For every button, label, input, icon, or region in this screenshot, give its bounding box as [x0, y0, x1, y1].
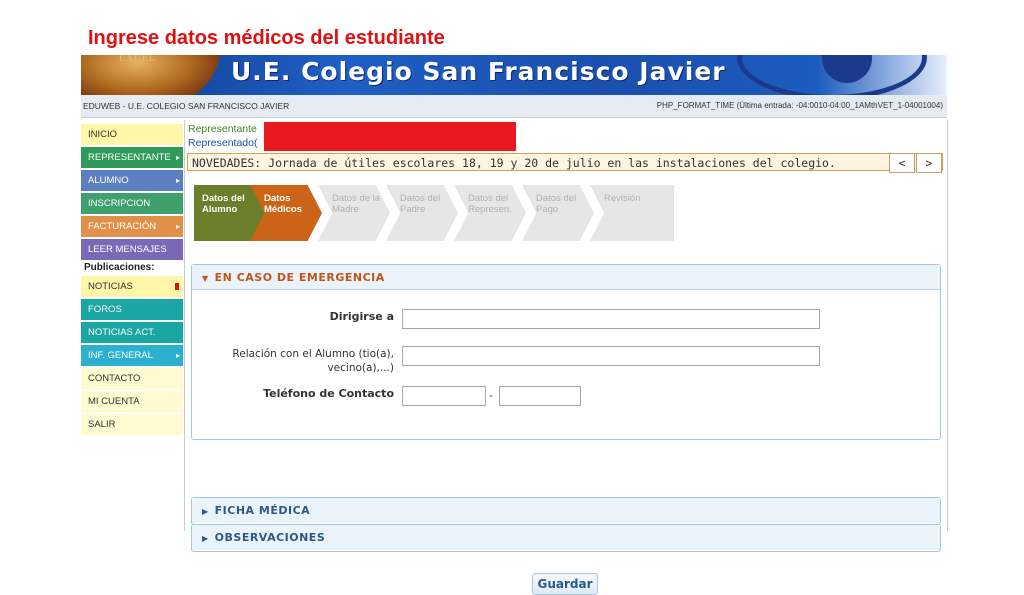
redacted-block [264, 122, 516, 151]
representado-label: Representado( [188, 137, 258, 149]
news-next-button[interactable]: > [916, 153, 942, 173]
ficha-medica-panel[interactable]: ▶ FICHA MÉDICA [191, 497, 941, 525]
observaciones-header[interactable]: ▶ OBSERVACIONES [192, 525, 940, 550]
sidebar-item-inf-general[interactable]: INF. GENERAL ▸ [81, 345, 183, 366]
dirigirse-input[interactable] [402, 309, 820, 329]
app-name: EDUWEB - U.E. COLEGIO SAN FRANCISCO JAVI… [83, 101, 290, 111]
sidebar-item-leer-mensajes[interactable]: LEER MENSAJES [81, 239, 183, 260]
telefono-number-input[interactable] [499, 386, 581, 406]
slide-title: Ingrese datos médicos del estudiante [88, 27, 445, 49]
news-ticker: NOVEDADES: Jornada de útiles escolares 1… [187, 153, 943, 173]
caret-right-icon: ▶ [202, 507, 209, 516]
wizard-steps: Datos del Alumno Datos Médicos Datos de la… [194, 185, 674, 241]
sidebar-item-inscripcion[interactable]: INSCRIPCION [81, 193, 183, 214]
phone-dash: - [489, 390, 493, 402]
step-datos-madre[interactable]: Datos de la Madre [318, 185, 390, 241]
sidebar-item-representante[interactable]: REPRESENTANTE ▸ [81, 147, 183, 168]
guardar-button[interactable]: Guardar [532, 573, 598, 595]
ficha-medica-header[interactable]: ▶ FICHA MÉDICA [192, 498, 940, 523]
sidebar-item-contacto[interactable]: CONTACTO [81, 368, 183, 389]
observaciones-panel[interactable]: ▶ OBSERVACIONES [191, 524, 941, 552]
telefono-label: Teléfono de Contacto [263, 387, 394, 400]
submenu-arrow-icon: ▸ [175, 153, 180, 162]
relacion-input[interactable] [402, 346, 820, 366]
last-login: PHP_FORMAT_TIME (Última entrada: -04:001… [656, 101, 943, 110]
school-banner: EXCEL U.E. Colegio San Francisco Javier [81, 55, 947, 95]
step-datos-representante[interactable]: Datos del Represen. [454, 185, 526, 241]
sidebar-item-alumno[interactable]: ALUMNO ▸ [81, 170, 183, 191]
app-window: EXCEL U.E. Colegio San Francisco Javier … [81, 55, 948, 595]
sidebar-item-mi-cuenta[interactable]: MI CUENTA [81, 391, 183, 412]
sidebar-item-noticias-act[interactable]: NOTICIAS ACT. [81, 322, 183, 343]
emergency-form: Dirigirse a Relación con el Alumno (tio(… [192, 265, 940, 413]
step-datos-pago[interactable]: Datos del Pago [522, 185, 594, 241]
telefono-area-input[interactable] [402, 386, 486, 406]
caret-right-icon: ▶ [202, 534, 209, 543]
step-revision[interactable]: Revisión [590, 185, 674, 241]
top-info-bar: EDUWEB - U.E. COLEGIO SAN FRANCISCO JAVI… [81, 95, 947, 118]
relacion-label: Relación con el Alumno (tio(a), vecino(a)… [232, 348, 394, 374]
submenu-arrow-icon: ▸ [175, 176, 180, 185]
sidebar-item-inicio[interactable]: INICIO [81, 124, 183, 145]
news-prev-button[interactable]: < [889, 153, 915, 173]
representante-label: Representante [188, 123, 257, 135]
sidebar-item-noticias[interactable]: NOTICIAS [81, 276, 183, 297]
school-name: U.E. Colegio San Francisco Javier [231, 57, 726, 86]
sidebar-item-foros[interactable]: FOROS [81, 299, 183, 320]
new-badge-icon [175, 283, 179, 290]
sidebar-nav: INICIO REPRESENTANTE ▸ ALUMNO ▸ INSCRIPCIO… [81, 124, 183, 437]
publicaciones-label: Publicaciones: [84, 262, 155, 273]
step-datos-padre[interactable]: Datos del Padre [386, 185, 458, 241]
submenu-arrow-icon: ▸ [175, 222, 180, 231]
main-content: Representante Representado( NOVEDADES: J… [184, 120, 948, 595]
dirigirse-label: Dirigirse a [329, 310, 394, 323]
sidebar-item-salir[interactable]: SALIR [81, 414, 183, 435]
news-text: NOVEDADES: Jornada de útiles escolares 1… [192, 156, 836, 170]
sidebar-item-facturacion[interactable]: FACTURACIÓN ▸ [81, 216, 183, 237]
submenu-arrow-icon: ▸ [175, 351, 180, 360]
emergency-panel: ▼ EN CASO DE EMERGENCIA Dirigirse a Relac… [191, 264, 941, 440]
crest-text: EXCEL [119, 55, 157, 64]
